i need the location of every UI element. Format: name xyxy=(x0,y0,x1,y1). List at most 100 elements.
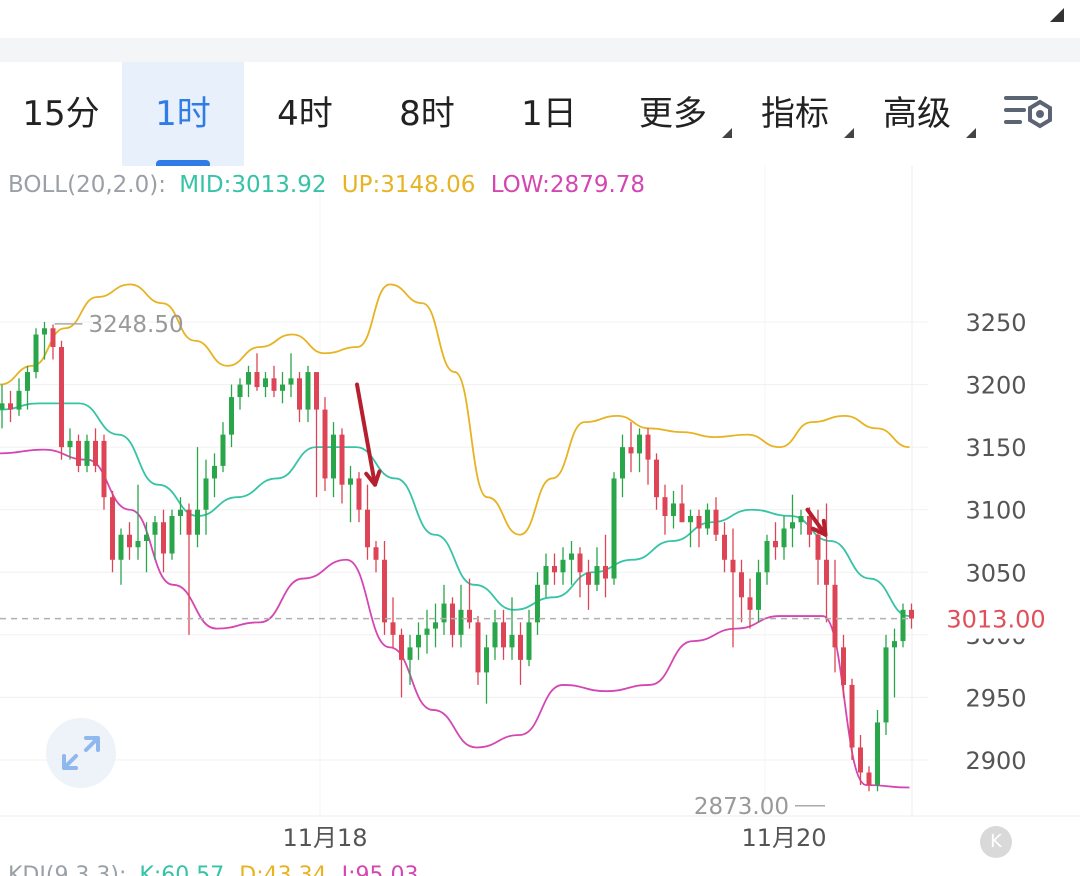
interval-tabs: 15分 1时 4时 8时 1日 更多 指标 高级 xyxy=(0,62,1080,166)
tab-label: 高级 xyxy=(883,94,951,134)
y-tick-label: 3050 xyxy=(965,559,1026,587)
candle-body xyxy=(560,559,566,573)
candle-body xyxy=(280,384,285,391)
candle-body xyxy=(161,522,166,554)
candle-body xyxy=(509,634,515,648)
candle-body xyxy=(152,522,158,535)
candle-body xyxy=(135,541,141,548)
tab-label: 更多 xyxy=(639,94,707,134)
candle-body xyxy=(50,328,56,348)
candle-body xyxy=(186,509,192,535)
y-axis-ticks: 32503200315031003050300029502900 xyxy=(965,309,1026,775)
candle-body xyxy=(263,378,268,388)
candle-body xyxy=(331,434,336,479)
kdj-name: KDJ(9,3,3): xyxy=(8,863,126,876)
high-marker-label: 3248.50 xyxy=(89,312,184,338)
candle-body xyxy=(484,647,489,673)
candle-body xyxy=(33,334,39,373)
candle-body xyxy=(696,515,702,529)
candlestick-chart[interactable]: 32503200315031003050300029502900 11月18 11… xyxy=(0,166,1080,876)
tab-label: 1时 xyxy=(155,94,211,134)
candle-body xyxy=(866,772,872,786)
tab-label: 1日 xyxy=(521,94,577,134)
candle-body xyxy=(297,378,302,410)
candle-body xyxy=(543,566,549,585)
caret-icon xyxy=(844,128,854,138)
candle-body xyxy=(246,372,251,385)
tab-label: 8时 xyxy=(399,94,455,134)
candle-body xyxy=(798,515,804,523)
y-tick-label: 3200 xyxy=(965,372,1026,400)
candle-body xyxy=(25,372,30,391)
candle-body xyxy=(722,534,727,560)
candle-body xyxy=(212,465,217,479)
candle-body xyxy=(390,622,396,635)
candle-body xyxy=(16,390,22,410)
candle-body xyxy=(671,503,676,516)
caret-icon xyxy=(722,128,732,138)
bollinger-bands xyxy=(0,283,910,789)
candle-body xyxy=(501,622,506,648)
boll-up: UP:3148.06 xyxy=(342,172,476,198)
low-marker-label: 2873.00 xyxy=(694,794,789,820)
y-tick-label: 2950 xyxy=(965,684,1026,712)
candle-body xyxy=(688,515,693,523)
candle-body xyxy=(416,634,421,648)
candle-body xyxy=(569,553,574,560)
candle-body xyxy=(84,440,90,466)
candle-body xyxy=(586,572,591,585)
candle-body xyxy=(59,347,64,448)
candle-body xyxy=(220,434,226,466)
chart-area[interactable]: 32503200315031003050300029502900 11月18 11… xyxy=(0,166,1080,876)
candle-body xyxy=(8,403,13,410)
tab-more[interactable]: 更多 xyxy=(612,62,734,166)
candle-body xyxy=(637,434,642,454)
tab-advanced[interactable]: 高级 xyxy=(856,62,978,166)
candle-body xyxy=(824,559,829,585)
candle-body xyxy=(237,384,243,398)
candle-body xyxy=(178,509,183,516)
kdj-d: D:43.34 xyxy=(239,863,326,876)
candle-body xyxy=(195,509,200,535)
candle-body xyxy=(322,409,328,479)
extreme-markers: 3248.50 2873.00 xyxy=(54,312,825,820)
candle-body xyxy=(110,497,115,560)
tab-1h[interactable]: 1时 xyxy=(122,62,244,166)
candle-body xyxy=(492,622,498,648)
kdj-legend: KDJ(9,3,3): K:60.57 D:43.34 J:95.03 xyxy=(8,863,418,876)
kline-toggle-button[interactable]: K xyxy=(980,826,1012,858)
candle-body xyxy=(892,641,897,648)
candle-body xyxy=(0,403,5,410)
candle-body xyxy=(203,478,209,510)
candle-body xyxy=(654,459,659,498)
candle-body xyxy=(849,684,855,748)
candle-body xyxy=(730,559,736,573)
boll-mid: MID:3013.92 xyxy=(179,172,326,198)
tab-15m[interactable]: 15分 xyxy=(0,62,122,166)
tab-indicators[interactable]: 指标 xyxy=(734,62,856,166)
candle-body xyxy=(127,534,132,548)
candles xyxy=(0,322,914,792)
kline-icon: K xyxy=(990,831,1002,852)
kdj-j: J:95.03 xyxy=(340,863,419,876)
tab-label: 15分 xyxy=(22,94,100,134)
tab-4h[interactable]: 4时 xyxy=(244,62,366,166)
candle-body xyxy=(373,547,379,560)
boll-name: BOLL(20,2.0): xyxy=(8,172,166,198)
candle-body xyxy=(628,447,634,454)
candle-body xyxy=(229,397,234,435)
candle-body xyxy=(662,497,668,516)
candle-body xyxy=(399,634,404,660)
candle-body xyxy=(407,647,413,660)
candle-body xyxy=(356,478,362,510)
tab-1d[interactable]: 1日 xyxy=(488,62,610,166)
tab-8h[interactable]: 8时 xyxy=(366,62,488,166)
x-axis-label: 11月18 xyxy=(282,824,367,852)
fullscreen-button[interactable] xyxy=(46,718,116,788)
candle-body xyxy=(713,509,719,535)
x-axis-label: 11月20 xyxy=(741,824,826,852)
candle-body xyxy=(815,534,821,560)
candle-body xyxy=(93,440,98,466)
boll-low: LOW:2879.78 xyxy=(491,172,645,198)
chart-settings-button[interactable] xyxy=(1002,88,1056,138)
